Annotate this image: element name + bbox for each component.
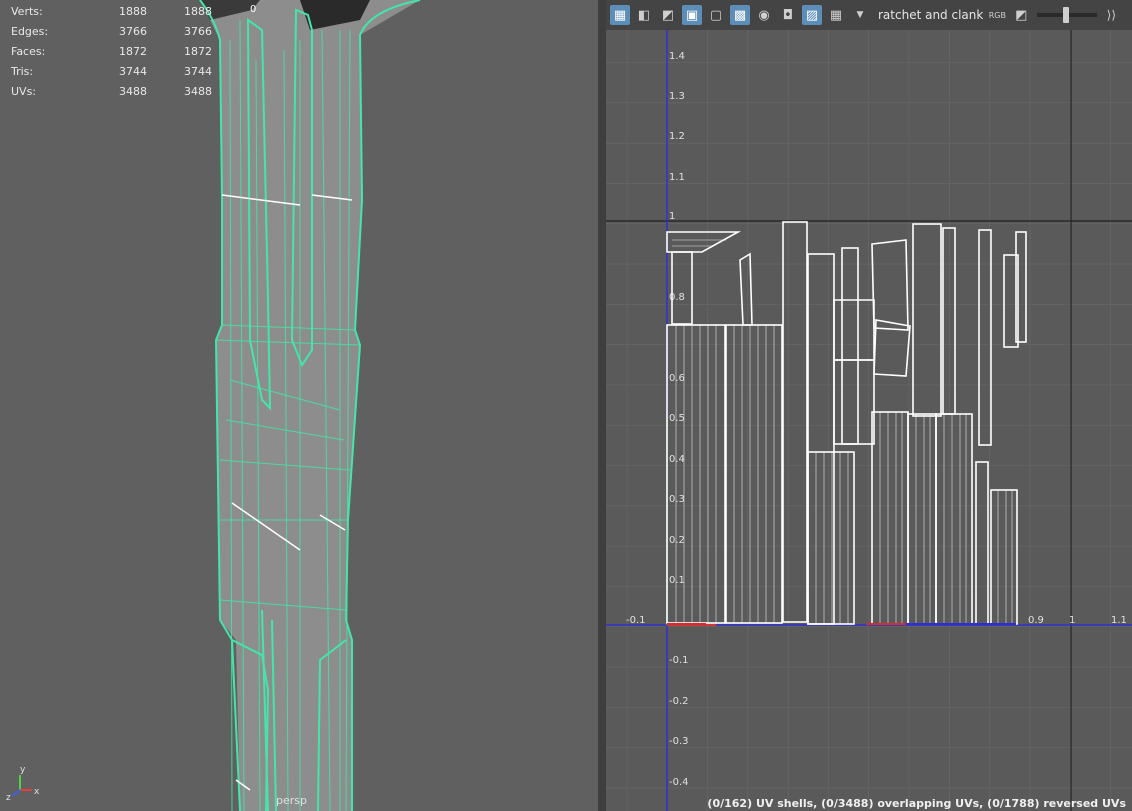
shaded-display-icon[interactable]: ◉: [754, 5, 774, 25]
top-marker-label: 0: [250, 4, 256, 15]
v-tick-label: -0.1: [669, 655, 689, 666]
hud-label: Tris:: [11, 65, 34, 78]
hud-value: 3488: [119, 85, 147, 98]
hud-value: 3766: [119, 25, 147, 38]
v-tick-label: -0.3: [669, 736, 689, 747]
poly-count-hud: Verts: 1888 1888 Edges: 3766 3766 Faces:…: [11, 2, 212, 102]
hud-label: UVs:: [11, 85, 37, 98]
uv-editor-toolbar: ▦ ◧ ◩ ▣ ▢ ▩ ◉ ◘ ▨ ▦ ▼ ratchet and clank …: [606, 0, 1132, 30]
v-tick-label: 0.4: [669, 454, 685, 465]
panel-divider[interactable]: [598, 0, 606, 811]
v-tick-label: 0.5: [669, 413, 685, 424]
gamma-slider-handle[interactable]: [1063, 7, 1070, 23]
camera-label: persp: [276, 794, 307, 807]
texture-dropdown-icon[interactable]: ▼: [850, 5, 870, 25]
v-tick-label: 1.3: [669, 91, 685, 102]
v-tick-label: -0.4: [669, 777, 689, 788]
u-tick-label: -0.1: [626, 615, 646, 626]
v-tick-label: 0.6: [669, 373, 685, 384]
hud-value-selected: 3744: [184, 65, 212, 78]
hud-row-uvs: UVs: 3488 3488: [11, 82, 212, 102]
hud-label: Faces:: [11, 45, 46, 58]
hud-value: 3744: [119, 65, 147, 78]
hud-value-selected: 3766: [184, 25, 212, 38]
uv-grid-canvas[interactable]: 1.4 1.3 1.2 1.1 1 0.8 0.6 0.5 0.4 0.3 0.…: [606, 0, 1132, 811]
u-tick-label: 1.1: [1111, 615, 1127, 626]
snapshot-icon[interactable]: ◘: [778, 5, 798, 25]
gamma-icon[interactable]: ⟩⟩: [1101, 5, 1121, 25]
hud-value: 1888: [119, 5, 147, 18]
hud-label: Edges:: [11, 25, 49, 38]
v-tick-label: 1.4: [669, 51, 685, 62]
display-grid-icon[interactable]: ▣: [682, 5, 702, 25]
wireframe-mesh[interactable]: y x z 0: [0, 0, 598, 811]
hud-row-edges: Edges: 3766 3766: [11, 22, 212, 42]
axis-x-label: x: [34, 787, 40, 797]
hud-label: Verts:: [11, 5, 43, 18]
axis-gizmo: y x z: [6, 765, 40, 803]
hud-row-verts: Verts: 1888 1888: [11, 2, 212, 22]
hud-row-faces: Faces: 1872 1872: [11, 42, 212, 62]
u-tick-label: 1: [1069, 615, 1075, 626]
u-tick-label: 0.9: [1028, 615, 1044, 626]
uv-frame-icon[interactable]: ▢: [706, 5, 726, 25]
uv-editor-panel[interactable]: 1.4 1.3 1.2 1.1 1 0.8 0.6 0.5 0.4 0.3 0.…: [606, 0, 1132, 811]
hud-value-selected: 1888: [184, 5, 212, 18]
checker-map-icon[interactable]: ▦: [826, 5, 846, 25]
hud-value: 1872: [119, 45, 147, 58]
image-display-icon[interactable]: ▨: [802, 5, 822, 25]
v-tick-label: 1.1: [669, 172, 685, 183]
v-tick-label: 0.1: [669, 575, 685, 586]
texture-name-label[interactable]: ratchet and clank: [878, 8, 983, 22]
exposure-icon[interactable]: ◩: [1011, 5, 1031, 25]
uv-unfold-icon[interactable]: ◩: [658, 5, 678, 25]
hud-value-selected: 3488: [184, 85, 212, 98]
v-tick-label: 1.2: [669, 131, 685, 142]
perspective-viewport[interactable]: y x z 0 Verts: 1888 1888 Edges: 3766 376…: [0, 0, 598, 811]
v-tick-label: 0.3: [669, 494, 685, 505]
axis-z-label: z: [6, 793, 11, 803]
uv-shell-icon[interactable]: ▦: [610, 5, 630, 25]
v-tick-label: -0.2: [669, 696, 689, 707]
v-tick-label: 1: [669, 211, 675, 222]
checker-tiles-icon[interactable]: ▩: [730, 5, 750, 25]
axis-y-label: y: [20, 765, 26, 775]
v-tick-label: 0.2: [669, 535, 685, 546]
gamma-slider[interactable]: [1037, 7, 1098, 23]
uv-split-icon[interactable]: ◧: [634, 5, 654, 25]
hud-row-tris: Tris: 3744 3744: [11, 62, 212, 82]
uv-status-bar: (0/162) UV shells, (0/3488) overlapping …: [707, 797, 1126, 810]
hud-value-selected: 1872: [184, 45, 212, 58]
rgb-channel-icon[interactable]: RGB: [987, 5, 1007, 25]
